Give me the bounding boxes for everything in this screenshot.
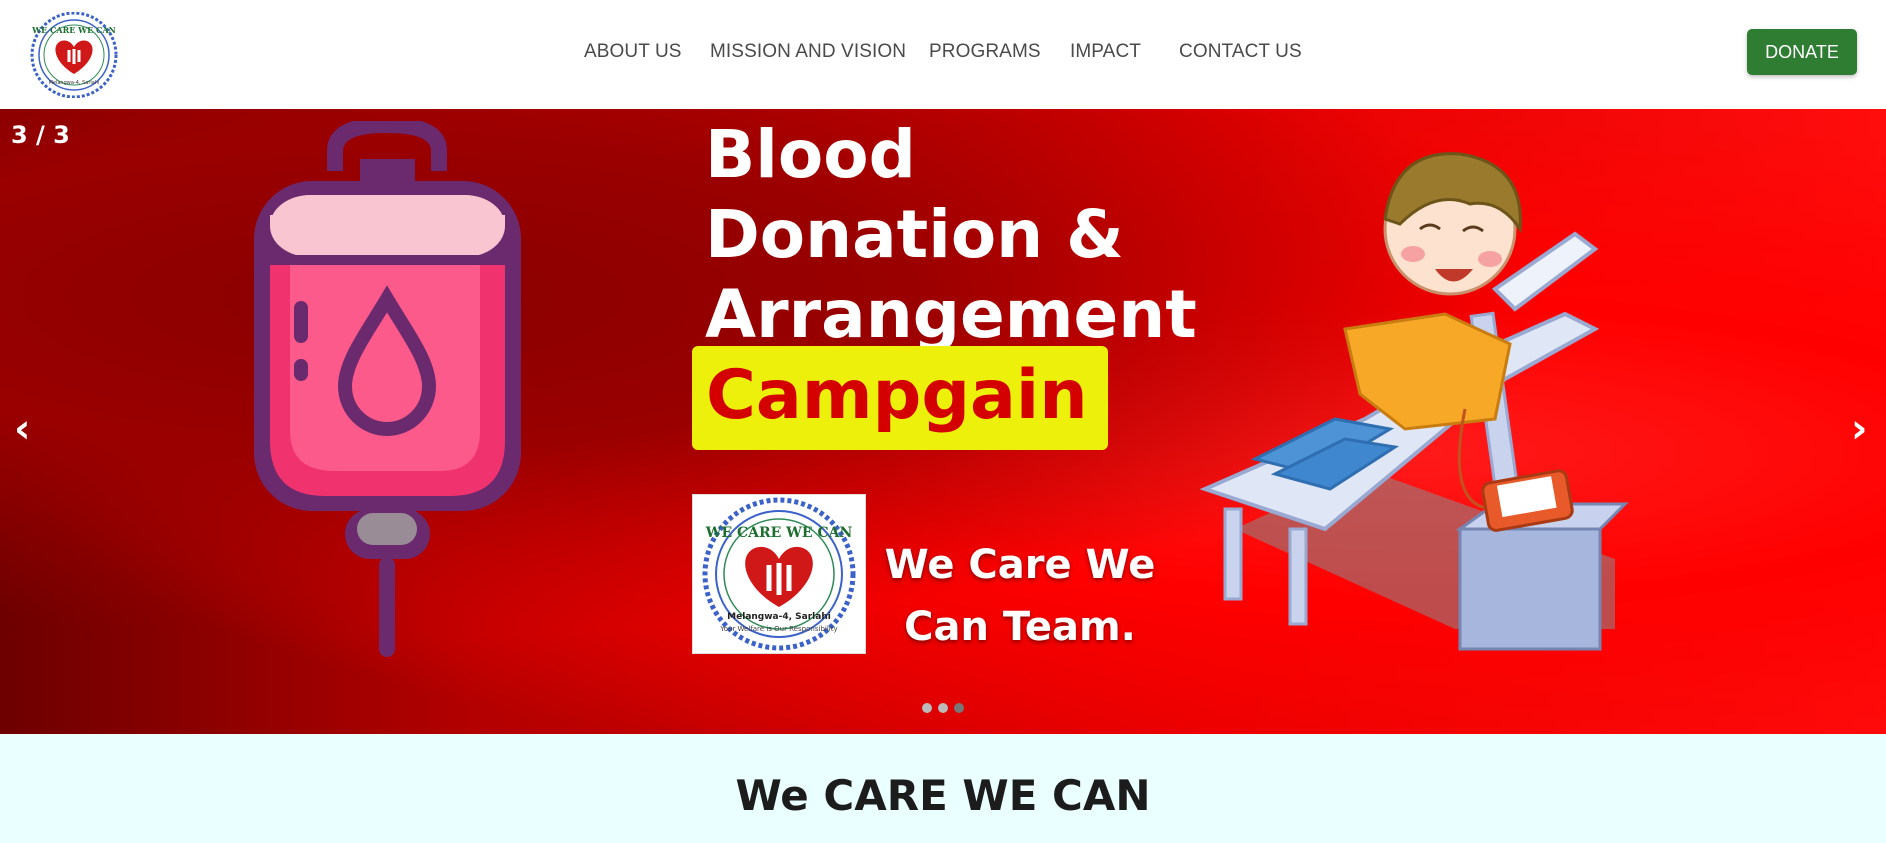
main-nav: ABOUT US MISSION AND VISION PROGRAMS IMP… xyxy=(0,0,1886,109)
hero-team-line-1: We Care We xyxy=(884,542,1156,588)
slide-dot-2[interactable] xyxy=(938,703,948,713)
hero-title-line-2: Donation & xyxy=(705,196,1124,273)
nav-contact-us[interactable]: CONTACT US xyxy=(1179,41,1302,63)
hero-title-line-1: Blood xyxy=(705,116,916,193)
logo-emblem-icon: WE CARE WE CAN Melangwa-4, Sarlahi Your … xyxy=(702,497,856,651)
svg-text:Your Welfare is Our Responsibi: Your Welfare is Our Responsibility xyxy=(719,625,837,633)
prev-slide-button[interactable]: ‹ xyxy=(14,409,30,449)
next-slide-button[interactable]: › xyxy=(1851,409,1867,449)
donate-button[interactable]: DONATE xyxy=(1747,29,1857,75)
svg-text:WE CARE WE CAN: WE CARE WE CAN xyxy=(705,525,853,541)
svg-text:Melangwa-4, Sarlahi: Melangwa-4, Sarlahi xyxy=(727,612,831,622)
slide-dot-3[interactable] xyxy=(954,703,964,713)
about-section: We CARE WE CAN xyxy=(0,734,1886,843)
nav-about-us[interactable]: ABOUT US xyxy=(584,41,682,63)
section-title: We CARE WE CAN xyxy=(735,771,1151,820)
site-header: WE CARE WE CAN Melangwa-4, Sarlahi ABOUT… xyxy=(0,0,1886,109)
blood-bag-icon xyxy=(254,121,521,657)
hero-team-line-2: Can Team. xyxy=(904,604,1136,650)
slide-counter: 3 / 3 xyxy=(11,121,70,149)
hero-logo: WE CARE WE CAN Melangwa-4, Sarlahi Your … xyxy=(692,494,866,654)
nav-programs[interactable]: PROGRAMS xyxy=(929,41,1041,63)
hero-title-line-3: Arrangement xyxy=(705,276,1197,353)
blood-donor-illustration xyxy=(1199,152,1629,651)
nav-impact[interactable]: IMPACT xyxy=(1070,41,1141,63)
hero-highlight: Campgain xyxy=(692,346,1108,450)
nav-mission-vision[interactable]: MISSION AND VISION xyxy=(710,41,906,63)
slide-dot-1[interactable] xyxy=(922,703,932,713)
hero-slider: 3 / 3 Blood Donation & Arrangement Campg… xyxy=(0,109,1886,734)
hero-title: Blood Donation & Arrangement xyxy=(705,115,1197,355)
slide-indicators xyxy=(922,703,964,713)
hero-team-text: We Care We Can Team. xyxy=(880,534,1160,658)
